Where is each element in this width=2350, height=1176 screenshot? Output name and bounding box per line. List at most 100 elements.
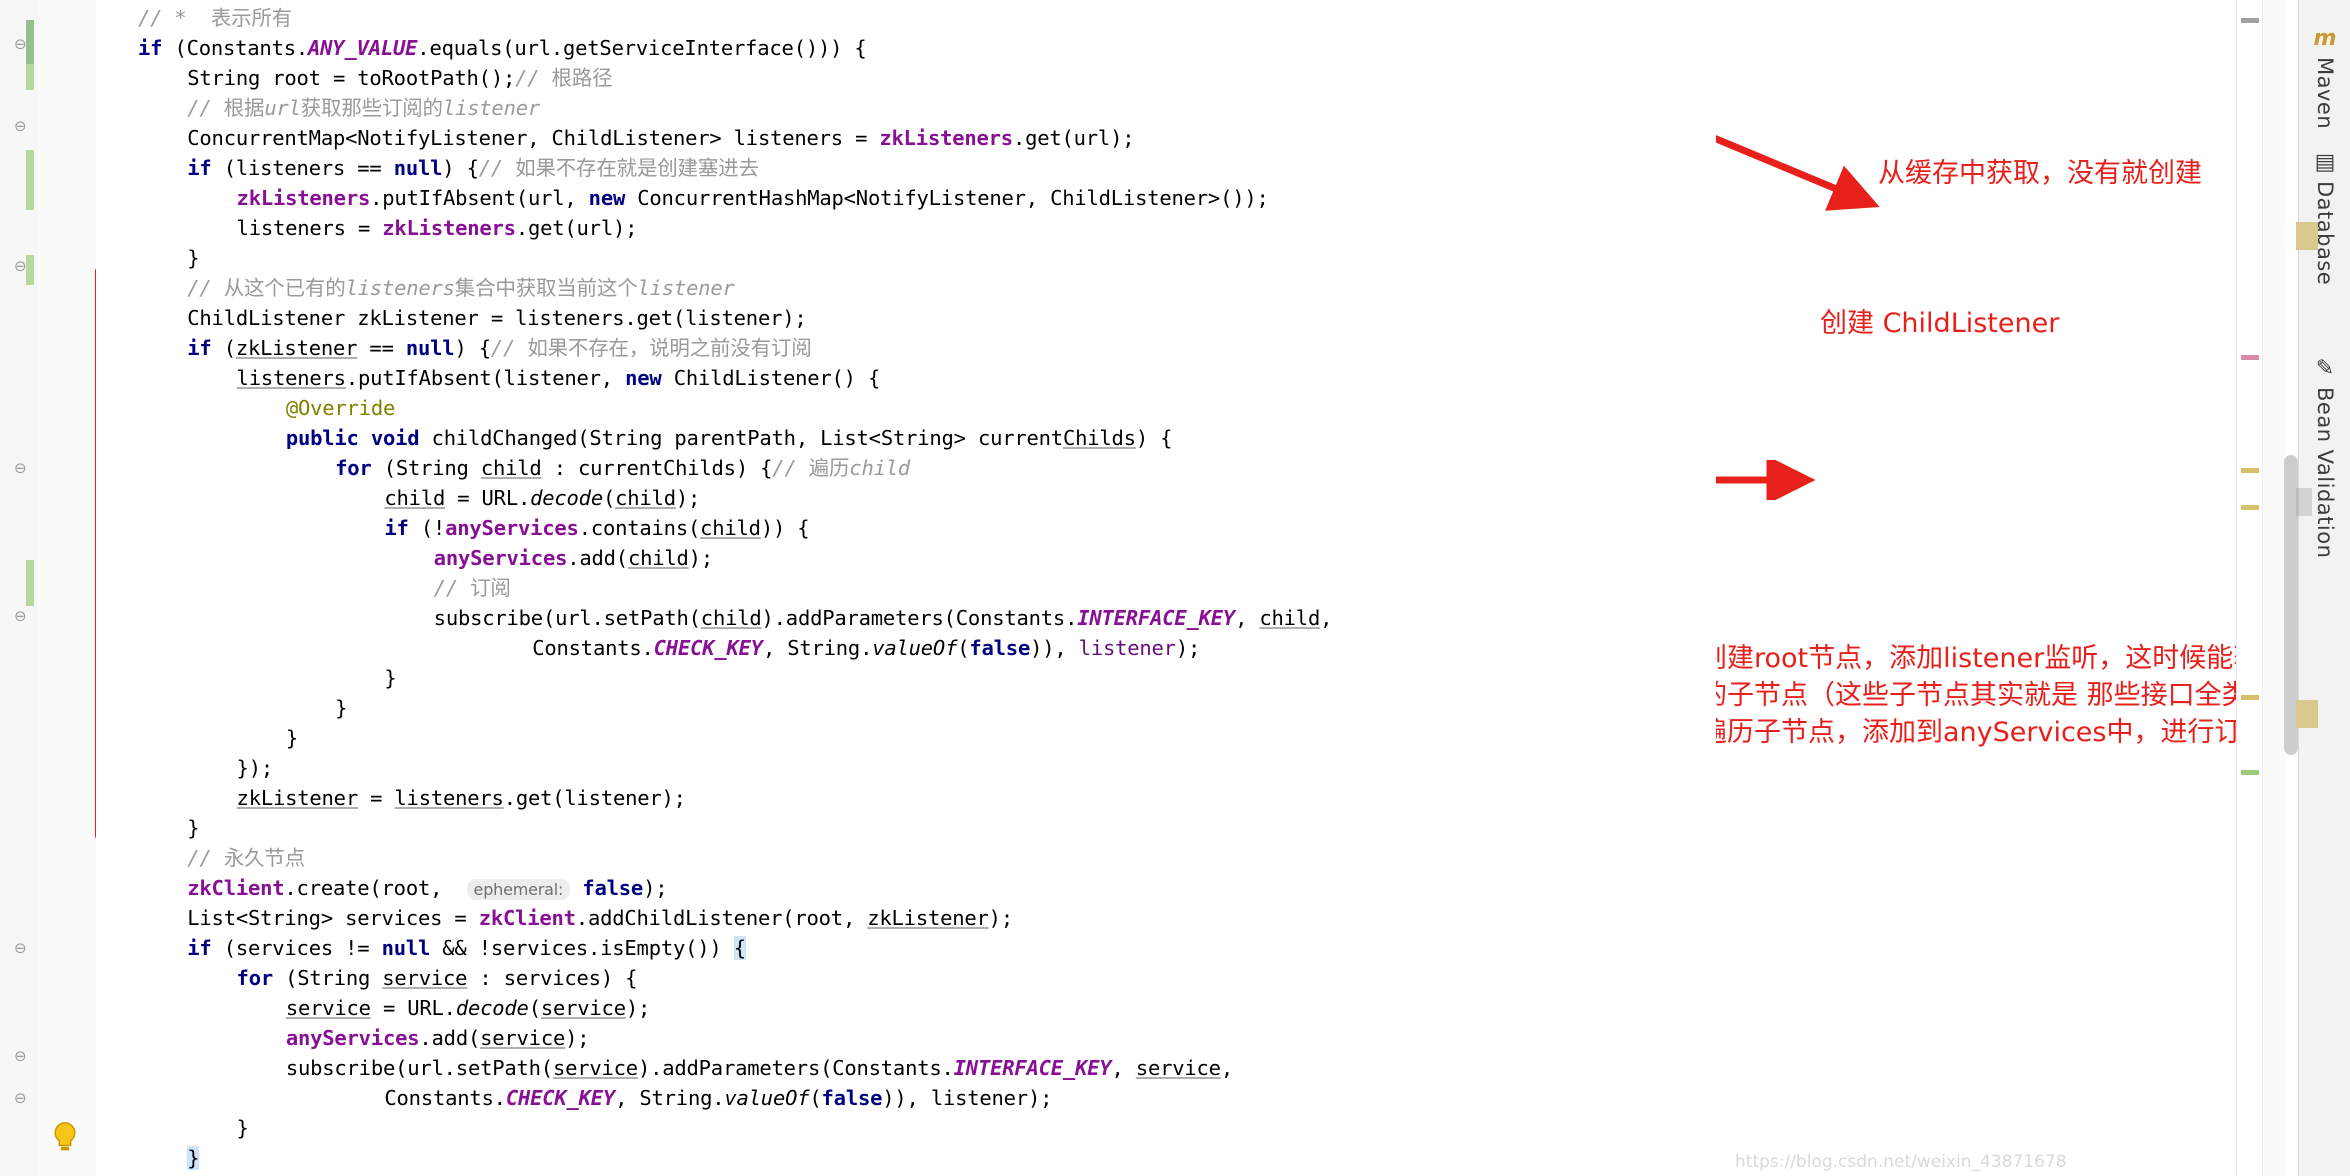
code-token: listener bbox=[637, 276, 735, 300]
code-line[interactable]: } bbox=[187, 1143, 200, 1173]
code-fold-toggle[interactable]: ⊖ bbox=[14, 460, 30, 476]
code-token: zkListener bbox=[235, 336, 358, 360]
code-token: ).addParameters(Constants. bbox=[761, 606, 1078, 630]
code-line[interactable]: anyServices.add(child); bbox=[434, 543, 713, 573]
ide-editor-screenshot: ⊖ ⊖ ⊖ ⊖ ⊖ ⊖ ⊖ ⊖ // * 表示所有 if (Constants.A… bbox=[0, 0, 2350, 1176]
code-line[interactable]: child = URL.decode(child); bbox=[384, 483, 700, 513]
code-token: , String. bbox=[615, 1086, 725, 1110]
code-line[interactable]: for (String child : currentChilds) {// 遍… bbox=[335, 453, 910, 483]
code-editor-area[interactable]: // * 表示所有 if (Constants.ANY_VALUE.equals(… bbox=[96, 0, 1716, 1176]
code-token: ( bbox=[602, 486, 616, 510]
code-line[interactable]: listeners = zkListeners.get(url); bbox=[237, 213, 638, 243]
error-stripe-marker-bar[interactable] bbox=[2236, 0, 2263, 1176]
code-line[interactable]: } bbox=[187, 243, 199, 273]
code-token: , String. bbox=[762, 636, 873, 660]
stripe-mark bbox=[2241, 770, 2259, 775]
code-token: = bbox=[357, 786, 395, 810]
code-token: anyServices bbox=[433, 546, 568, 570]
editor-scrollbar-track[interactable] bbox=[2262, 0, 2285, 1176]
code-token: // bbox=[515, 66, 552, 90]
code-token: listeners = bbox=[236, 216, 383, 240]
intention-bulb-icon[interactable] bbox=[48, 1120, 82, 1154]
code-line[interactable]: if (services != null && !services.isEmpt… bbox=[187, 933, 746, 963]
maven-icon: m bbox=[2313, 26, 2337, 51]
code-line[interactable]: } bbox=[237, 1113, 249, 1143]
code-line[interactable]: zkListener = listeners.get(listener); bbox=[237, 783, 686, 813]
code-line[interactable]: public void childChanged(String parentPa… bbox=[286, 423, 1173, 453]
code-line[interactable]: } bbox=[335, 693, 347, 723]
code-line[interactable]: if (zkListener == null) {// 如果不存在，说明之前没有… bbox=[187, 333, 811, 363]
tool-window-maven[interactable]: m Maven bbox=[2299, 26, 2350, 129]
code-token: if bbox=[138, 36, 163, 60]
code-line[interactable]: // 根据url获取那些订阅的listener bbox=[187, 93, 540, 123]
code-line[interactable]: } bbox=[286, 723, 298, 753]
code-fold-toggle[interactable]: ⊖ bbox=[14, 940, 30, 956]
code-token: Childs bbox=[1062, 426, 1136, 450]
code-fold-toggle[interactable]: ⊖ bbox=[14, 118, 30, 134]
code-line[interactable]: }); bbox=[236, 753, 274, 783]
code-fold-toggle[interactable]: ⊖ bbox=[14, 1048, 30, 1064]
code-token: url bbox=[264, 96, 301, 120]
code-line[interactable]: // * 表示所有 bbox=[138, 3, 292, 33]
code-token: , bbox=[1111, 1056, 1136, 1080]
code-line[interactable]: service = URL.decode(service); bbox=[285, 993, 651, 1023]
vcs-change-marker bbox=[26, 150, 34, 210]
code-line[interactable]: if (listeners == null) {// 如果不存在就是创建塞进去 bbox=[187, 153, 759, 183]
code-line[interactable]: List<String> services = zkClient.addChil… bbox=[187, 903, 1013, 933]
tool-window-bean-validation[interactable]: ✎ Bean Validation bbox=[2299, 356, 2350, 558]
code-token: listeners bbox=[345, 276, 455, 300]
code-fold-toggle[interactable]: ⊖ bbox=[14, 608, 30, 624]
code-line[interactable]: // 永久节点 bbox=[187, 843, 305, 873]
code-line[interactable]: if (!anyServices.contains(child)) { bbox=[384, 513, 809, 543]
code-line[interactable]: ConcurrentMap<NotifyListener, ChildListe… bbox=[187, 123, 1134, 153]
code-line[interactable]: Constants.CHECK_KEY, String.valueOf(fals… bbox=[532, 633, 1200, 663]
code-line[interactable]: ChildListener zkListener = listeners.get… bbox=[187, 303, 806, 333]
code-token: .get(url); bbox=[515, 216, 638, 240]
code-token: : currentChilds) { bbox=[541, 456, 773, 480]
code-line[interactable]: // 从这个已有的listeners集合中获取当前这个listener bbox=[187, 273, 735, 303]
code-fold-toggle[interactable]: ⊖ bbox=[14, 258, 30, 274]
code-token: for bbox=[335, 456, 372, 480]
code-token: service bbox=[285, 996, 371, 1020]
code-token: = URL. bbox=[445, 486, 531, 510]
code-line[interactable]: @Override bbox=[286, 393, 395, 423]
toolwindow-badge bbox=[2296, 488, 2312, 516]
code-token: ChildListener() { bbox=[661, 366, 881, 390]
code-line[interactable]: listeners.putIfAbsent(listener, new Chil… bbox=[237, 363, 881, 393]
code-token: } bbox=[384, 666, 397, 690]
code-token: .putIfAbsent(listener, bbox=[345, 366, 626, 390]
code-token: }); bbox=[236, 756, 274, 780]
code-token: .add( bbox=[567, 546, 628, 570]
code-line[interactable]: zkClient.create(root, ephemeral: false); bbox=[187, 873, 668, 905]
code-line[interactable]: for (String service : services) { bbox=[237, 963, 638, 993]
code-token: child bbox=[700, 516, 761, 540]
code-token: child bbox=[1259, 606, 1321, 630]
code-line[interactable]: if (Constants.ANY_VALUE.equals(url.getSe… bbox=[138, 33, 867, 63]
code-token: // bbox=[433, 576, 471, 600]
toolwindow-badge bbox=[2296, 700, 2318, 728]
code-line[interactable]: } bbox=[187, 813, 199, 843]
code-line[interactable]: } bbox=[384, 663, 396, 693]
tool-window-database[interactable]: ▤ Database bbox=[2299, 150, 2350, 285]
code-token: ).addParameters(Constants. bbox=[637, 1056, 954, 1080]
code-fold-toggle[interactable]: ⊖ bbox=[14, 1090, 30, 1106]
code-token: ); bbox=[625, 996, 651, 1020]
code-token: = URL. bbox=[370, 996, 456, 1020]
code-line[interactable]: subscribe(url.setPath(child).addParamete… bbox=[434, 603, 1333, 633]
code-line[interactable]: zkListeners.putIfAbsent(url, new Concurr… bbox=[237, 183, 1269, 213]
code-token: } bbox=[187, 816, 200, 840]
code-fold-toggle[interactable]: ⊖ bbox=[14, 36, 30, 52]
code-line[interactable]: anyServices.add(service); bbox=[286, 1023, 590, 1053]
toolwindow-badge bbox=[2296, 222, 2318, 250]
code-token: )), bbox=[1030, 636, 1079, 660]
code-token: 如果不存在，说明之前没有订阅 bbox=[527, 336, 812, 360]
right-tool-window-strip[interactable]: m Maven ▤ Database ✎ Bean Validation bbox=[2298, 0, 2350, 1176]
code-token: service bbox=[382, 966, 468, 990]
code-token: .get(listener); bbox=[503, 786, 686, 810]
code-token: false bbox=[582, 876, 644, 900]
code-line[interactable]: Constants.CHECK_KEY, String.valueOf(fals… bbox=[384, 1083, 1052, 1113]
code-line[interactable]: subscribe(url.setPath(service).addParame… bbox=[286, 1053, 1233, 1083]
code-line[interactable]: // 订阅 bbox=[434, 573, 511, 603]
code-token: zkListener bbox=[236, 786, 359, 810]
code-line[interactable]: String root = toRootPath();// 根路径 bbox=[187, 63, 612, 93]
